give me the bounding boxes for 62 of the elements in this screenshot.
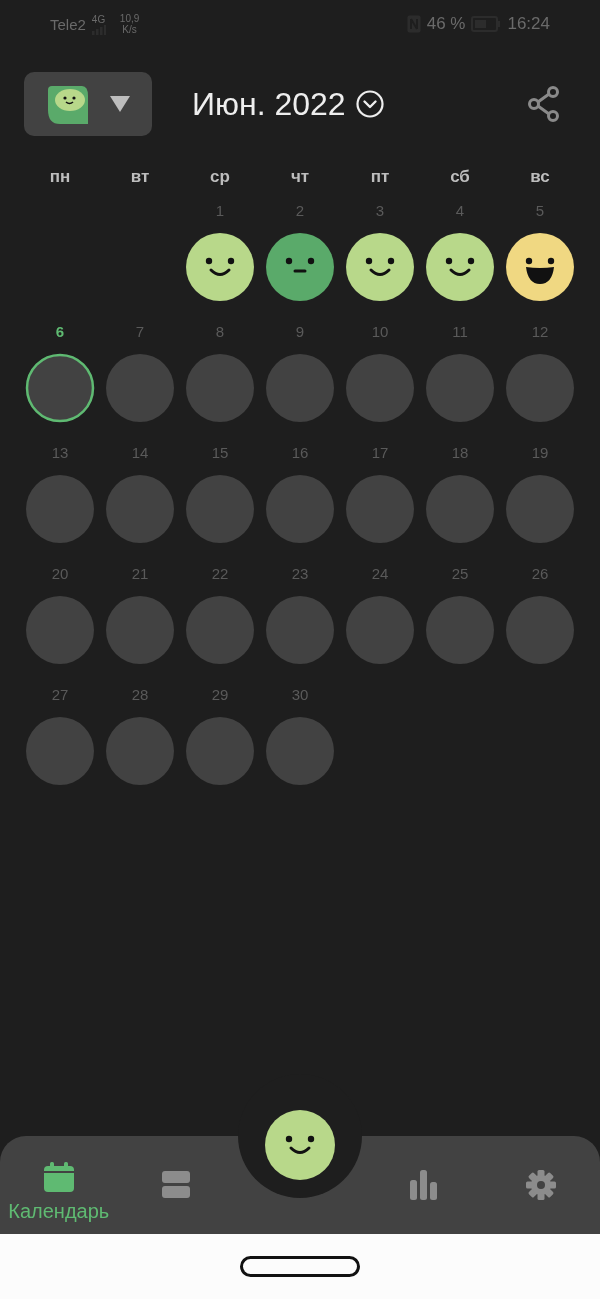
weekday-label: ср (209, 167, 231, 187)
share-button[interactable] (528, 86, 560, 122)
day-number: 3 (375, 202, 385, 220)
weekday-label: чт (289, 167, 311, 187)
day-number: 1 (215, 202, 225, 220)
day-number: 2 (295, 202, 305, 220)
day-number: 29 (211, 686, 229, 704)
battery-percent: 46 % (426, 14, 466, 34)
weekday-label: пт (369, 167, 391, 187)
carrier-name: Tele2 (50, 15, 86, 33)
chevron-down-icon (355, 90, 384, 118)
day-number: 8 (215, 323, 225, 341)
day-number: 26 (531, 565, 549, 583)
month-selector[interactable]: Июн. 2022 (192, 85, 384, 123)
weekday-label: пн (48, 167, 72, 187)
calendar-tab[interactable]: Календарь (0, 1136, 118, 1234)
day-number: 30 (291, 686, 309, 704)
day-number: 24 (371, 565, 389, 583)
mood-face-icon[interactable] (425, 232, 495, 302)
weekday-label: вс (529, 167, 551, 187)
mood-face-icon[interactable] (345, 232, 415, 302)
day-number: 27 (51, 686, 69, 704)
day-number: 23 (291, 565, 309, 583)
settings-icon (526, 1170, 557, 1200)
clock-time: 16:24 (507, 14, 550, 34)
empty-day-circle[interactable] (25, 353, 95, 423)
day-number: 20 (51, 565, 69, 583)
share-icon (528, 86, 560, 122)
network-speed: 10,9 (119, 13, 140, 24)
day-number: 6 (55, 323, 65, 341)
add-mood-button[interactable] (264, 1109, 336, 1181)
day-number: 13 (51, 444, 69, 462)
mood-face-icon[interactable] (265, 232, 335, 302)
day-number: 16 (291, 444, 309, 462)
day-number: 12 (531, 323, 549, 341)
day-number: 10 (371, 323, 389, 341)
day-number: 14 (131, 444, 149, 462)
day-number: 18 (451, 444, 469, 462)
list-icon (161, 1171, 192, 1199)
mood-face-icon[interactable] (185, 232, 255, 302)
calendar-icon (42, 1161, 75, 1192)
day-number: 22 (211, 565, 229, 583)
speed-unit: K/s (122, 24, 137, 35)
weekday-label: сб (449, 167, 471, 187)
bar-chart-icon (409, 1170, 438, 1200)
day-number: 9 (295, 323, 305, 341)
day-number: 21 (131, 565, 149, 583)
mood-set-picker[interactable] (24, 72, 152, 136)
day-number: 5 (535, 202, 545, 220)
network-type: 4G (91, 13, 106, 25)
day-number: 19 (531, 444, 549, 462)
home-indicator[interactable] (240, 1256, 360, 1277)
day-number: 28 (131, 686, 149, 704)
day-number: 7 (135, 323, 145, 341)
dropdown-icon (108, 95, 131, 113)
mood-face-icon[interactable] (505, 232, 575, 302)
day-number: 11 (452, 323, 468, 341)
weekday-label: вт (129, 167, 151, 187)
day-number: 4 (455, 202, 465, 220)
day-number: 15 (211, 444, 229, 462)
day-number: 17 (371, 444, 389, 462)
day-number: 25 (451, 565, 469, 583)
